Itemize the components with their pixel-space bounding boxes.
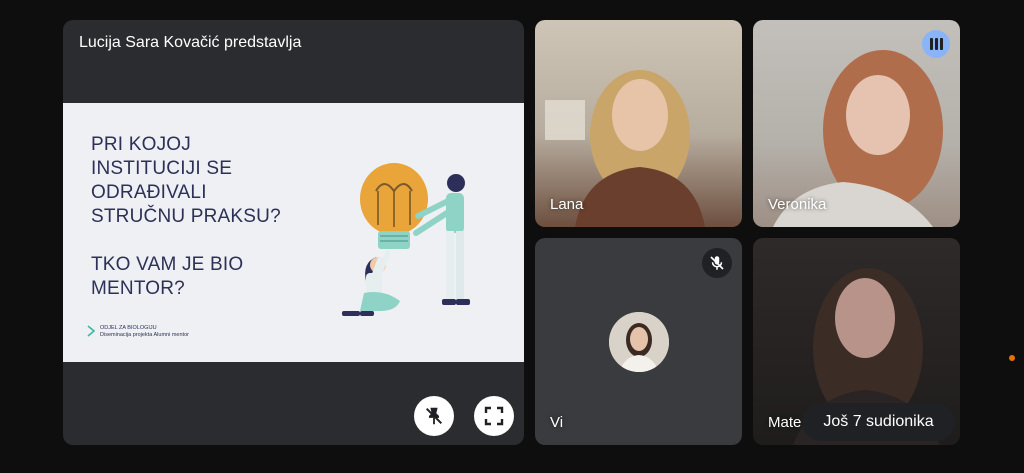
slide-line: STRUČNU PRAKSU? <box>91 206 281 227</box>
logo-mark-icon <box>87 325 95 337</box>
slide-line: MENTOR? <box>91 278 185 299</box>
slide-line: ODRAĐIVALI <box>91 182 207 203</box>
notification-dot <box>1009 355 1015 361</box>
lightbulb-illustration <box>342 163 470 316</box>
participant-name: Vi <box>550 414 564 431</box>
fullscreen-icon <box>484 406 504 426</box>
participant-name: Lana <box>550 196 584 213</box>
mic-off-icon <box>702 248 732 278</box>
presenter-label: Lucija Sara Kovačić predstavlja <box>79 34 302 51</box>
slide-logo: ODJEL ZA BIOLOGIJU Diseminacija projekta… <box>87 325 189 339</box>
slide-text: PRI KOJOJ INSTITUCIJI SE ODRAĐIVALI STRU… <box>91 133 301 301</box>
unpin-button[interactable] <box>414 396 454 436</box>
slide-line: TKO VAM JE BIO <box>91 254 244 275</box>
speaking-icon <box>922 30 950 58</box>
participant-tile-self[interactable]: Vi <box>535 238 742 445</box>
slide-line: PRI KOJOJ <box>91 134 191 155</box>
logo-line: Diseminacija projekta Alumni mentor <box>100 332 189 338</box>
participant-name: Mate <box>768 414 802 431</box>
slide-line: INSTITUCIJI SE <box>91 158 233 179</box>
presentation-tile[interactable]: Lucija Sara Kovačić predstavlja PRI KOJO… <box>63 20 524 445</box>
unpin-icon <box>425 407 443 425</box>
participant-tile-veronika[interactable]: Veronika <box>753 20 960 227</box>
fullscreen-button[interactable] <box>474 396 514 436</box>
participant-tile-lana[interactable]: Lana <box>535 20 742 227</box>
logo-line: ODJEL ZA BIOLOGIJU <box>100 325 157 331</box>
shared-slide: PRI KOJOJ INSTITUCIJI SE ODRAĐIVALI STRU… <box>63 103 524 362</box>
participant-name: Veronika <box>768 196 827 213</box>
avatar <box>609 312 669 372</box>
more-participants-button[interactable]: Još 7 sudionika <box>802 403 955 441</box>
